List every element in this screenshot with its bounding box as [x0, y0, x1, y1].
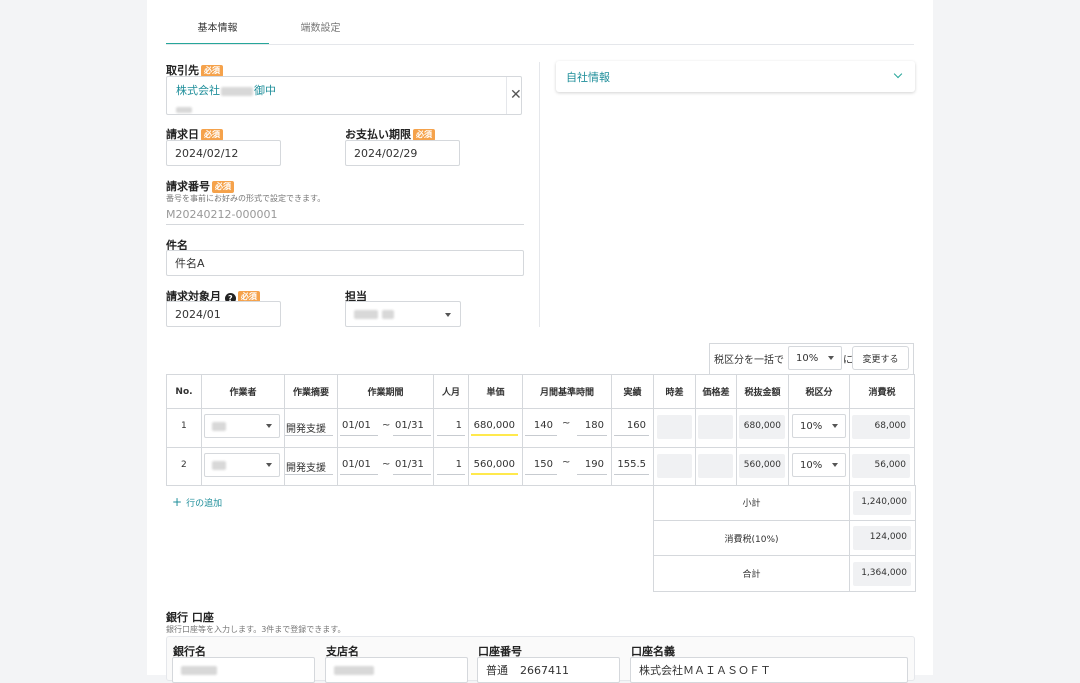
account-number-input[interactable]: 普通 2667411	[477, 657, 620, 683]
col-header: 月間基準時間	[523, 375, 612, 409]
summary-input[interactable]: 開発支援	[286, 420, 326, 435]
tab-divider	[166, 44, 914, 45]
account-holder-input[interactable]: 株式会社ＭＡＩＡＳＯＦＴ	[630, 657, 908, 683]
tab-basic-info[interactable]: 基本情報	[166, 0, 269, 45]
worker-select[interactable]	[204, 453, 280, 477]
col-header: 価格差	[696, 375, 737, 409]
chevron-down-icon	[828, 356, 834, 360]
col-header: 人月	[434, 375, 469, 409]
row-number: 2	[181, 460, 187, 470]
tax-rate-select[interactable]: 10%	[792, 453, 846, 477]
branch-name-input[interactable]	[325, 657, 468, 683]
unit-price-input[interactable]: 680,000	[472, 420, 515, 431]
col-header: 実績	[612, 375, 654, 409]
tax-rate-select[interactable]: 10%	[792, 414, 846, 438]
tax-cell: 68,000	[852, 415, 910, 439]
tax-cell: 56,000	[852, 454, 910, 478]
chevron-down-icon	[445, 313, 451, 317]
company-info-title: 自社情報	[566, 71, 610, 84]
tax-total-label: 消費税(10%)	[654, 521, 850, 556]
assignee-select[interactable]	[345, 301, 461, 327]
worker-select[interactable]	[204, 414, 280, 438]
bank-name-input[interactable]	[172, 657, 315, 683]
chevron-down-icon	[832, 424, 838, 428]
row-number: 1	[181, 421, 187, 431]
hours-min-input[interactable]: 140	[525, 420, 553, 431]
client-field[interactable]: 株式会社 御中 ✕	[166, 76, 522, 115]
amount-cell: 680,000	[739, 415, 785, 439]
col-header: 作業者	[202, 375, 285, 409]
invoice-number-label: 請求番号 必須	[166, 178, 234, 194]
subtotal-label: 小計	[654, 485, 850, 521]
grand-total-value: 1,364,000	[853, 562, 911, 586]
chevron-down-icon	[832, 463, 838, 467]
bank-section-title: 銀行 口座	[166, 611, 214, 624]
hours-max-input[interactable]: 190	[577, 459, 604, 470]
time-diff-cell	[657, 454, 692, 478]
col-header: 時差	[654, 375, 696, 409]
hours-max-input[interactable]: 180	[577, 420, 604, 431]
col-header: 消費税	[850, 375, 915, 409]
invoice-number-value[interactable]: M20240212-000001	[166, 208, 277, 221]
col-header: 作業摘要	[285, 375, 338, 409]
period-to-input[interactable]: 01/31	[395, 459, 424, 470]
period-from-input[interactable]: 01/01	[342, 459, 371, 470]
period-to-input[interactable]: 01/31	[395, 420, 424, 431]
col-header: 税抜金額	[737, 375, 789, 409]
subtotal-value: 1,240,000	[853, 491, 911, 515]
grand-total-label: 合計	[654, 556, 850, 592]
col-header: 税区分	[789, 375, 850, 409]
man-month-input[interactable]: 1	[437, 420, 462, 431]
add-row-link[interactable]: + 行の追加	[172, 495, 222, 509]
col-header: 作業期間	[338, 375, 434, 409]
target-month-input[interactable]: 2024/01	[166, 301, 281, 327]
subject-input[interactable]: 件名A	[166, 250, 524, 276]
actual-input[interactable]: 155.5	[612, 459, 646, 470]
company-info-panel[interactable]: 自社情報	[556, 61, 915, 92]
range-separator: ~	[562, 457, 571, 468]
apply-tax-button[interactable]: 変更する	[852, 346, 909, 370]
bank-section-hint: 銀行口座等を入力します。3件まで登録できます。	[166, 625, 346, 634]
chevron-down-icon[interactable]	[893, 69, 903, 79]
chevron-down-icon	[266, 463, 272, 467]
period-from-input[interactable]: 01/01	[342, 420, 371, 431]
price-diff-cell	[698, 415, 733, 439]
hours-min-input[interactable]: 150	[525, 459, 553, 470]
clear-icon[interactable]: ✕	[510, 87, 522, 103]
range-separator: ~	[382, 420, 391, 431]
bulk-tax-select[interactable]: 10%	[788, 346, 842, 370]
plus-icon: +	[172, 495, 183, 509]
man-month-input[interactable]: 1	[437, 459, 462, 470]
col-header: 単価	[469, 375, 523, 409]
range-separator: ~	[382, 459, 391, 470]
amount-cell: 560,000	[739, 454, 785, 478]
totals-table: 小計 1,240,000 消費税(10%) 124,000 合計 1,364,0…	[653, 485, 916, 592]
summary-input[interactable]: 開発支援	[286, 459, 326, 474]
actual-input[interactable]: 160	[614, 420, 646, 431]
tab-rounding-settings[interactable]: 端数設定	[269, 0, 372, 45]
price-diff-cell	[698, 454, 733, 478]
bulk-tax-prefix: 税区分を一括で	[714, 355, 784, 366]
unit-price-input[interactable]: 560,000	[472, 459, 515, 470]
client-name: 株式会社 御中	[176, 84, 276, 97]
invoice-number-hint: 番号を事前にお好みの形式で設定できます。	[166, 194, 326, 203]
col-header: No.	[167, 375, 202, 409]
invoice-form: 基本情報 端数設定 取引先 必須 株式会社 御中 ✕ 請求日 必須 2024/02/1…	[147, 0, 933, 683]
invoice-date-input[interactable]: 2024/02/12	[166, 140, 281, 166]
due-date-input[interactable]: 2024/02/29	[345, 140, 460, 166]
tax-total-value: 124,000	[853, 526, 911, 550]
time-diff-cell	[657, 415, 692, 439]
range-separator: ~	[562, 418, 571, 429]
chevron-down-icon	[266, 424, 272, 428]
client-sub-blurred	[176, 99, 192, 118]
